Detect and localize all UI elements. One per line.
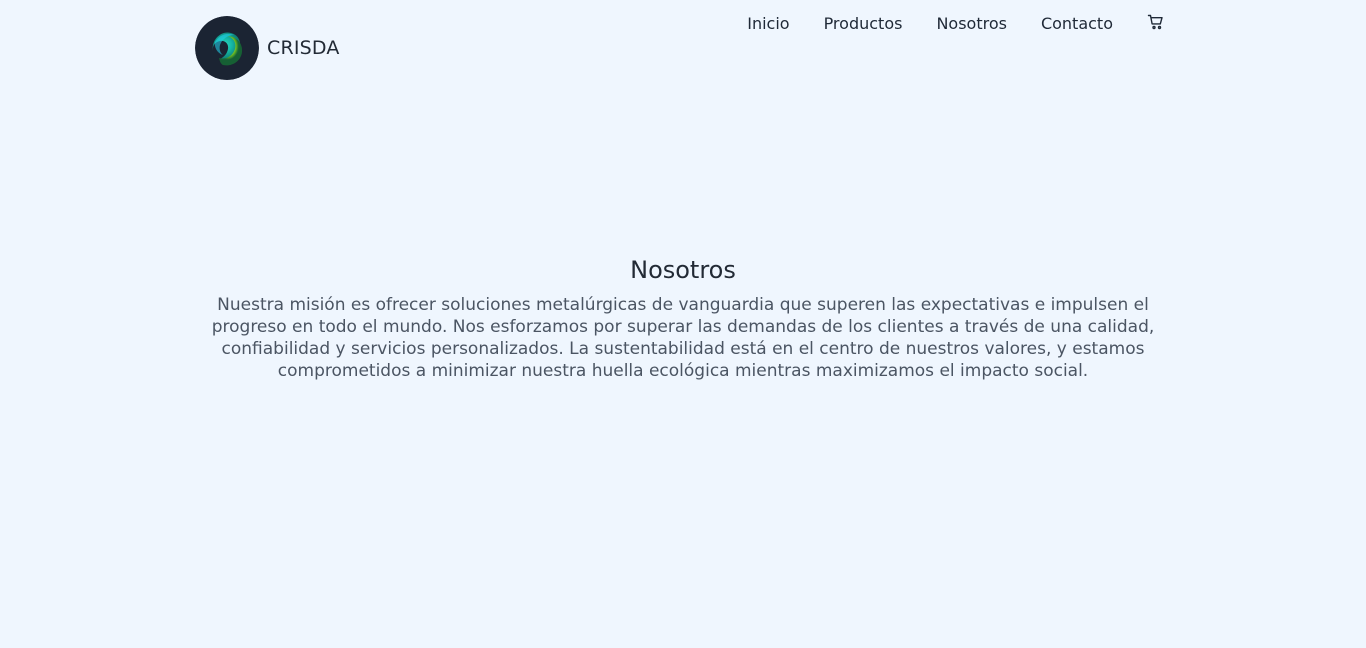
- nav-link-contacto[interactable]: Contacto: [1041, 14, 1113, 33]
- brand-link[interactable]: CRISDA: [195, 16, 340, 80]
- nav-link-nosotros[interactable]: Nosotros: [936, 14, 1007, 33]
- site-header: CRISDA Inicio Productos Nosotros Contact…: [195, 14, 1165, 80]
- about-section: Nosotros Nuestra misión es ofrecer soluc…: [195, 253, 1171, 382]
- main-nav: Inicio Productos Nosotros Contacto: [747, 12, 1165, 34]
- mission-paragraph: Nuestra misión es ofrecer soluciones met…: [211, 295, 1155, 381]
- page: CRISDA Inicio Productos Nosotros Contact…: [0, 0, 1366, 648]
- cart-icon[interactable]: [1147, 13, 1165, 31]
- nav-link-inicio[interactable]: Inicio: [747, 14, 789, 33]
- swirl-logo-icon: [195, 16, 259, 80]
- section-title: Nosotros: [630, 256, 736, 284]
- nav-link-productos[interactable]: Productos: [824, 14, 903, 33]
- brand-name: CRISDA: [267, 37, 340, 59]
